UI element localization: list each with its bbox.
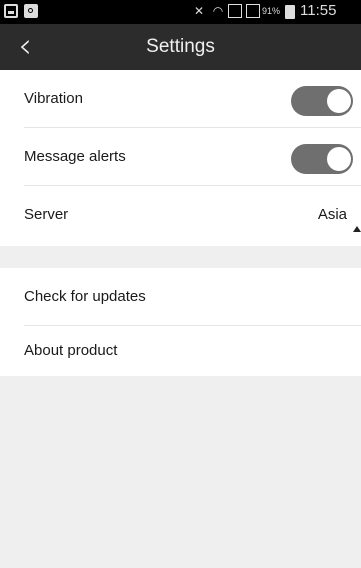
check-updates-row[interactable]: Check for updates [0,268,361,326]
battery-percent: 91% [262,6,281,16]
signal-icon [246,4,260,18]
server-value[interactable]: Asia [318,186,347,244]
check-updates-label: Check for updates [24,288,146,305]
about-product-label: About product [24,342,118,359]
mute-icon: ✕ [193,4,205,18]
settings-group: Vibration Message alerts Server Asia [0,70,361,246]
title-bar: Settings ‹ [0,24,361,70]
wifi-icon: ◠ [212,4,224,18]
notification-icon [4,4,18,18]
toggle-knob [327,147,351,171]
battery-icon [285,5,295,19]
vibration-label: Vibration [24,90,83,107]
toggle-knob [327,89,351,113]
caret-icon [353,226,361,232]
back-icon[interactable]: ‹ [10,29,40,63]
server-row[interactable]: Server Asia [0,186,361,244]
signal-icon [228,4,242,18]
message-alerts-row[interactable]: Message alerts [0,128,361,186]
vibration-row[interactable]: Vibration [0,70,361,128]
status-time: 11:55 [300,2,337,19]
message-alerts-label: Message alerts [24,148,126,165]
about-product-row[interactable]: About product [0,322,361,380]
message-alerts-toggle[interactable] [291,144,353,174]
vibration-toggle[interactable] [291,86,353,116]
page-title: Settings [146,36,215,57]
status-bar: ✕ ◠ 91% 11:55 [0,0,361,24]
server-label: Server [24,206,69,223]
search-icon [24,4,38,18]
more-group: Check for updates About product [0,268,361,376]
